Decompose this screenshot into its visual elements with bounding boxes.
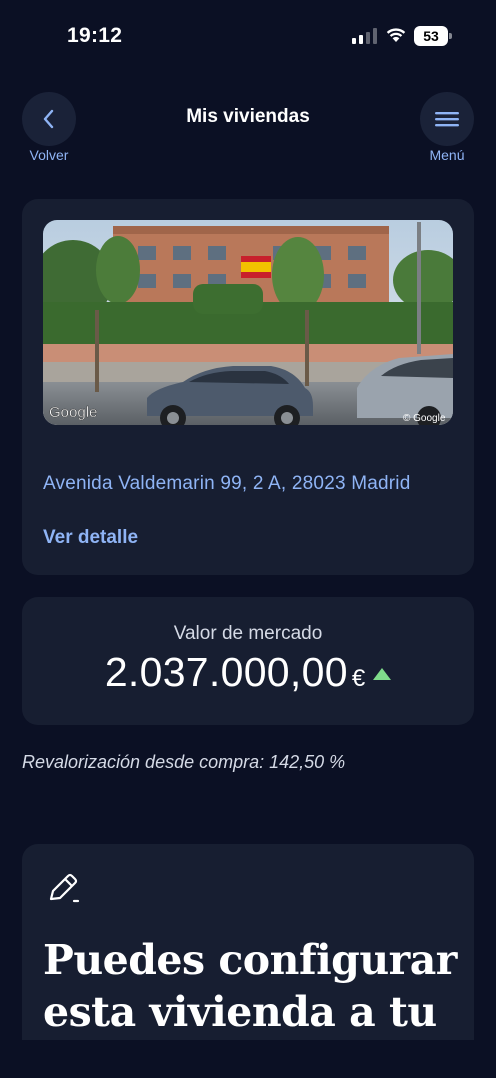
menu-label[interactable]: Menú — [412, 147, 482, 163]
trend-up-icon — [373, 668, 392, 680]
street-view-image: Google © Google — [43, 220, 453, 425]
google-copyright: © Google — [403, 413, 446, 424]
battery-tip — [449, 33, 452, 39]
pencil-icon — [49, 873, 80, 903]
screen: 19:12 53 Volver Mis viviendas Menú Googl… — [0, 0, 496, 1078]
status-time: 19:12 — [67, 24, 123, 47]
hamburger-menu-icon — [435, 112, 459, 127]
view-detail-link[interactable]: Ver detalle — [43, 527, 138, 549]
market-value-row: 2.037.000,00 € — [22, 649, 474, 696]
property-street-view-photo[interactable]: Google © Google — [43, 220, 453, 425]
battery-indicator: 53 — [414, 26, 452, 46]
back-label[interactable]: Volver — [14, 147, 84, 163]
market-value-card: Valor de mercado 2.037.000,00 € — [22, 597, 474, 725]
property-card: Google © Google Avenida Valdemarin 99, 2… — [22, 199, 474, 575]
configure-title: Puedes configurar esta vivienda a tu — [43, 936, 457, 1036]
market-value-amount: 2.037.000,00 — [104, 649, 348, 695]
menu-button[interactable] — [420, 92, 474, 146]
market-value-label: Valor de mercado — [173, 623, 323, 644]
battery-level: 53 — [414, 26, 448, 46]
wifi-icon — [386, 28, 406, 42]
configure-property-card[interactable]: Puedes configurar esta vivienda a tu — [22, 844, 474, 1040]
property-address: Avenida Valdemarin 99, 2 A, 28023 Madrid — [43, 473, 411, 494]
cellular-signal-icon — [352, 28, 377, 44]
revaluation-text: Revalorización desde compra: 142,50 % — [22, 752, 346, 772]
google-watermark: Google — [49, 404, 97, 421]
status-bar: 19:12 53 — [0, 0, 496, 72]
currency-symbol: € — [351, 665, 366, 692]
